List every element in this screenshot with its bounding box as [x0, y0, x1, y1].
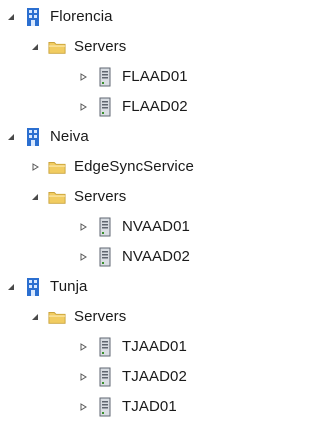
collapsed-arrow-icon[interactable] — [76, 340, 90, 354]
server-label: FLAAD02 — [122, 98, 188, 115]
tree-node-site-florencia[interactable]: Florencia — [4, 4, 113, 30]
tree-node-server-tjaad02[interactable]: TJAAD02 — [76, 364, 187, 390]
server-icon — [96, 397, 114, 417]
tree-node-server-nvaad02[interactable]: NVAAD02 — [76, 244, 190, 270]
tree-node-servers-container[interactable]: Servers — [28, 34, 126, 60]
tree-node-server-tjad01[interactable]: TJAD01 — [76, 394, 177, 420]
folder-icon — [48, 37, 66, 57]
collapsed-arrow-icon[interactable] — [76, 370, 90, 384]
expanded-arrow-icon[interactable] — [4, 130, 18, 144]
tree-view: Florencia Servers FLAAD01 FLAAD02 Neiva … — [0, 0, 257, 441]
folder-icon — [48, 187, 66, 207]
server-icon — [96, 97, 114, 117]
server-icon — [96, 247, 114, 267]
collapsed-arrow-icon[interactable] — [76, 250, 90, 264]
tree-node-servers-container[interactable]: Servers — [28, 304, 126, 330]
server-icon — [96, 217, 114, 237]
expanded-arrow-icon[interactable] — [28, 40, 42, 54]
collapsed-arrow-icon[interactable] — [28, 160, 42, 174]
server-label: TJAAD01 — [122, 338, 187, 355]
site-icon — [24, 277, 42, 297]
collapsed-arrow-icon[interactable] — [76, 220, 90, 234]
expanded-arrow-icon[interactable] — [4, 280, 18, 294]
tree-node-server-nvaad01[interactable]: NVAAD01 — [76, 214, 190, 240]
container-label: Servers — [74, 38, 127, 55]
folder-icon — [48, 307, 66, 327]
collapsed-arrow-icon[interactable] — [76, 70, 90, 84]
server-label: TJAD01 — [122, 398, 177, 415]
site-icon — [24, 127, 42, 147]
site-icon — [24, 7, 42, 27]
server-label: NVAAD02 — [122, 248, 190, 265]
tree-node-edgesyncservice[interactable]: EdgeSyncService — [28, 154, 194, 180]
container-label: EdgeSyncService — [74, 158, 194, 175]
server-label: NVAAD01 — [122, 218, 190, 235]
expanded-arrow-icon[interactable] — [4, 10, 18, 24]
server-icon — [96, 337, 114, 357]
site-label: Tunja — [50, 278, 88, 295]
collapsed-arrow-icon[interactable] — [76, 100, 90, 114]
server-icon — [96, 367, 114, 387]
site-label: Florencia — [50, 8, 113, 25]
expanded-arrow-icon[interactable] — [28, 310, 42, 324]
tree-node-site-tunja[interactable]: Tunja — [4, 274, 87, 300]
server-label: FLAAD01 — [122, 68, 188, 85]
tree-node-servers-container[interactable]: Servers — [28, 184, 126, 210]
collapsed-arrow-icon[interactable] — [76, 400, 90, 414]
tree-node-server-flaad02[interactable]: FLAAD02 — [76, 94, 188, 120]
site-label: Neiva — [50, 128, 89, 145]
tree-node-server-flaad01[interactable]: FLAAD01 — [76, 64, 188, 90]
server-icon — [96, 67, 114, 87]
tree-node-server-tjaad01[interactable]: TJAAD01 — [76, 334, 187, 360]
expanded-arrow-icon[interactable] — [28, 190, 42, 204]
folder-icon — [48, 157, 66, 177]
container-label: Servers — [74, 308, 127, 325]
container-label: Servers — [74, 188, 127, 205]
server-label: TJAAD02 — [122, 368, 187, 385]
tree-node-site-neiva[interactable]: Neiva — [4, 124, 89, 150]
